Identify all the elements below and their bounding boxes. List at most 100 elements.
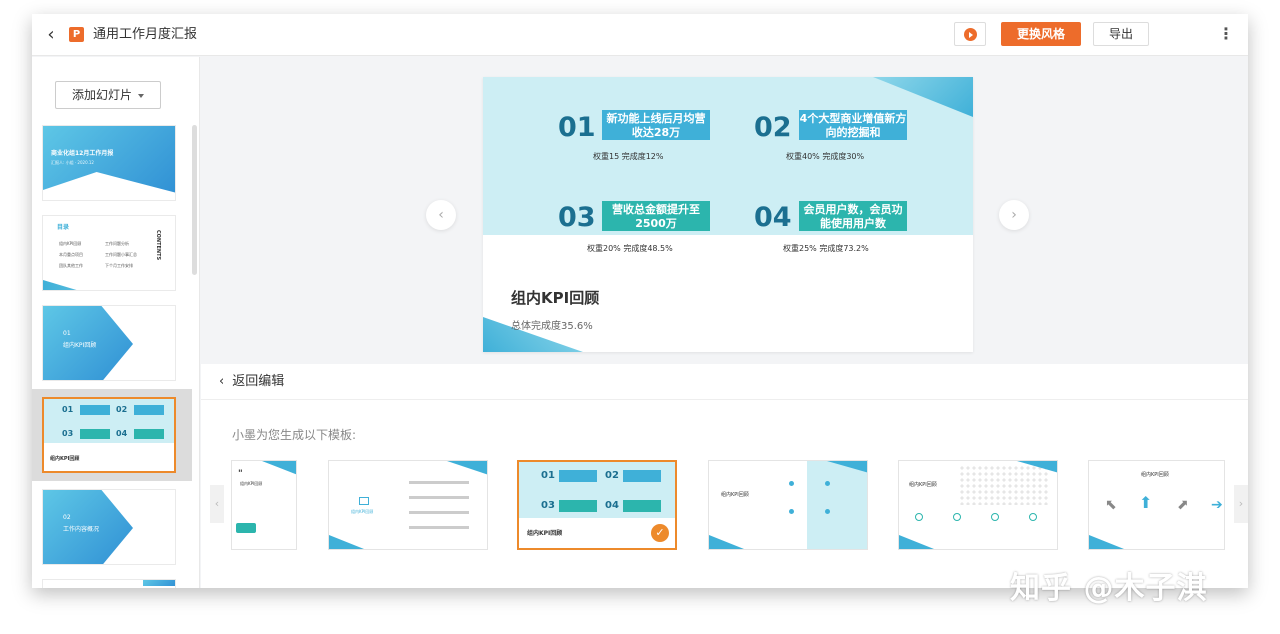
template-decoration	[1089, 535, 1129, 549]
template-kpi-box	[559, 500, 597, 512]
arrow-up-icon: ⬆	[1139, 493, 1153, 512]
more-button[interactable]: ⋮	[1218, 24, 1234, 44]
template-label: 组内KPI回顾	[527, 530, 563, 537]
kpi-box-02: 4个大型商业增值新方向的挖掘和	[799, 110, 907, 140]
user-icon	[1029, 513, 1037, 521]
add-slide-button[interactable]: 添加幻灯片	[55, 81, 161, 109]
more-vertical-icon: ⋮	[1218, 24, 1234, 43]
thumb-title: 目录	[57, 224, 70, 231]
kpi-meta-01: 权重15 完成度12%	[593, 152, 664, 161]
slide-thumbnail-2[interactable]: 目录 CONTENTS 组内KPI回顾 本月重点项目 团队其他工作 工作问题分析 工作…	[42, 215, 176, 291]
export-button[interactable]: 导出	[1093, 22, 1149, 46]
kpi-box-04: 会员用户数，会员功能使用用户数	[799, 201, 907, 231]
slide-preview-area: ‹ › 01 新功能上线后月均营收达28万 权重15 完成度12% 02 4个大…	[201, 57, 1248, 363]
thumb-kpi-box	[80, 405, 110, 415]
slide-thumbnail-4[interactable]: 01 02 03 04 组内KPI回顾	[42, 397, 176, 473]
slide-title: 组内KPI回顾	[511, 289, 600, 307]
template-kpi-02: 02	[605, 470, 619, 481]
template-line	[409, 481, 469, 484]
template-kpi-01: 01	[541, 470, 555, 481]
template-decoration	[236, 523, 256, 533]
thumb-kpi-02: 02	[116, 405, 128, 414]
sidebar-scrollbar[interactable]	[192, 125, 197, 275]
template-label: 组内KPI回顾	[240, 481, 263, 486]
kpi-meta-02: 权重40% 完成度30%	[786, 152, 865, 161]
add-slide-label: 添加幻灯片	[71, 88, 132, 102]
thumb-toc-right: 工作问题分析 工作问题小事汇总 下个月工作安排	[105, 241, 137, 268]
thumb-toc-left: 组内KPI回顾 本月重点项目 团队其他工作	[59, 241, 83, 268]
template-panel: 小墨为您生成以下模板: ‹ › " 组内KPI回顾 组内KPI回顾 01 02 …	[201, 400, 1248, 588]
arrow-up-left-icon: ⬉	[1105, 497, 1117, 513]
template-card-3-selected[interactable]: 01 02 03 04 组内KPI回顾 ✓	[517, 460, 677, 550]
template-decoration	[899, 535, 939, 549]
template-prev-button[interactable]: ‹	[210, 485, 224, 523]
thumb-title: 商业化组12月工作月报	[51, 150, 114, 157]
chevron-left-icon: ‹	[47, 24, 55, 45]
checkmark-icon: ✓	[651, 524, 669, 542]
template-decoration	[447, 461, 487, 475]
next-slide-button[interactable]: ›	[999, 200, 1029, 230]
kpi-box-03: 营收总金额提升至2500万	[602, 201, 710, 231]
back-to-edit-button[interactable]: ‹ 返回编辑	[219, 372, 284, 392]
template-kpi-box	[623, 500, 661, 512]
thumb-title: 组内KPI回顾	[50, 456, 80, 462]
template-line	[409, 511, 469, 514]
back-button[interactable]: ‹	[42, 25, 60, 45]
template-next-button[interactable]: ›	[1234, 485, 1248, 523]
caret-down-icon	[138, 93, 144, 98]
template-card-2[interactable]: 组内KPI回顾	[328, 460, 488, 550]
template-band	[807, 461, 867, 549]
template-kpi-box	[559, 470, 597, 482]
chevron-right-icon: ›	[1011, 207, 1017, 223]
template-kpi-box	[623, 470, 661, 482]
arrow-up-right-icon: ⬈	[1177, 497, 1189, 513]
template-card-6[interactable]: 组内KPI回顾 ⬉ ⬆ ⬈ ➔	[1088, 460, 1225, 550]
template-card-4[interactable]: 组内KPI回顾	[708, 460, 868, 550]
thumb-num: 01	[63, 330, 71, 337]
thumb-kpi-04: 04	[116, 429, 128, 438]
template-line	[409, 496, 469, 499]
kpi-meta-03: 权重20% 完成度48.5%	[587, 244, 673, 253]
thumb-subtitle: 汇报人: 小组 · 2020.12	[51, 160, 94, 165]
back-to-edit-label: 返回编辑	[232, 374, 285, 389]
template-card-5[interactable]: 组内KPI回顾	[898, 460, 1058, 550]
template-label: 组内KPI回顾	[351, 509, 374, 514]
thumb-decoration	[143, 580, 175, 586]
slide-sidebar: 添加幻灯片 商业化组12月工作月报 汇报人: 小组 · 2020.12 目录 C…	[32, 57, 200, 588]
slide-thumbnail-3[interactable]: 01 组内KPI回顾	[42, 305, 176, 381]
user-icon	[953, 513, 961, 521]
prev-slide-button[interactable]: ‹	[426, 200, 456, 230]
change-style-button[interactable]: 更换风格	[1001, 22, 1081, 46]
world-map-decoration	[959, 465, 1049, 505]
thumb-title: 工作内容概况	[63, 526, 100, 533]
chevron-right-icon: ›	[1238, 497, 1244, 510]
template-decoration	[262, 461, 296, 475]
chevron-left-icon: ‹	[438, 207, 444, 223]
bullet-icon	[825, 481, 830, 486]
template-card-1[interactable]: " 组内KPI回顾	[231, 460, 297, 550]
template-decoration	[709, 535, 749, 549]
kpi-number-03: 03	[558, 202, 596, 233]
user-icon	[915, 513, 923, 521]
thumb-kpi-01: 01	[62, 405, 74, 414]
template-kpi-03: 03	[541, 500, 555, 511]
user-icon	[991, 513, 999, 521]
template-kpi-04: 04	[605, 500, 619, 511]
slide-thumbnail-6[interactable]	[42, 579, 176, 588]
kpi-number-04: 04	[754, 202, 792, 233]
current-slide[interactable]: 01 新功能上线后月均营收达28万 权重15 完成度12% 02 4个大型商业增…	[483, 77, 973, 352]
slide-thumbnail-1[interactable]: 商业化组12月工作月报 汇报人: 小组 · 2020.12	[42, 125, 176, 201]
thumb-kpi-box	[80, 429, 110, 439]
slide-thumbnail-5[interactable]: 02 工作内容概况	[42, 489, 176, 565]
edit-bar: ‹ 返回编辑	[201, 364, 1248, 400]
template-decoration	[329, 535, 369, 549]
kpi-number-02: 02	[754, 112, 792, 143]
thumb-decoration	[43, 172, 175, 200]
bullet-icon	[789, 509, 794, 514]
main-area: ‹ › 01 新功能上线后月均营收达28万 权重15 完成度12% 02 4个大…	[201, 57, 1248, 588]
template-line	[409, 526, 469, 529]
play-button[interactable]	[954, 22, 986, 46]
thumb-kpi-box	[134, 429, 164, 439]
app-logo: P	[69, 27, 84, 42]
arrow-right-icon: ➔	[1211, 497, 1223, 513]
